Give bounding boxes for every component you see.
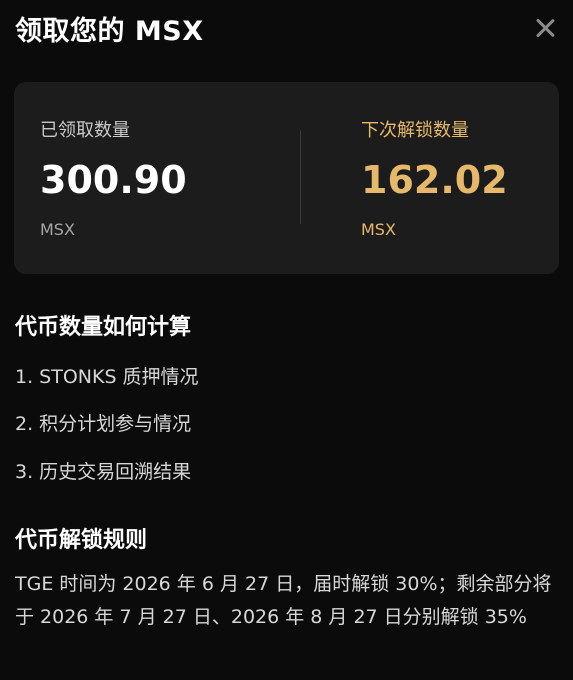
stats-card: 已领取数量 300.90 MSX 下次解锁数量 162.02 MSX — [14, 82, 559, 274]
dialog-title: 领取您的 MSX — [15, 15, 204, 47]
close-icon[interactable] — [532, 15, 558, 41]
claimed-amount-label: 已领取数量 — [40, 120, 130, 141]
next-unlock-stat: 下次解锁数量 162.02 MSX — [361, 82, 573, 274]
dialog-header: 领取您的 MSX — [15, 10, 558, 47]
calculation-item-1: 1. STONKS 质押情况 — [15, 366, 199, 388]
claim-msx-dialog: 领取您的 MSX 已领取数量 300.90 MSX 下次解锁数量 162.02 … — [0, 0, 573, 680]
claimed-amount-stat: 已领取数量 300.90 MSX — [40, 82, 300, 274]
unlock-rules-section-title: 代币解锁规则 — [15, 528, 148, 553]
calculation-item-3: 3. 历史交易回溯结果 — [15, 461, 192, 483]
unlock-rules-text: TGE 时间为 2026 年 6 月 27 日，届时解锁 30%；剩余部分将于 … — [15, 573, 552, 628]
stats-divider — [300, 130, 301, 224]
claimed-amount-value: 300.90 — [40, 158, 187, 202]
next-unlock-value: 162.02 — [361, 158, 508, 202]
calculation-item-2: 2. 积分计划参与情况 — [15, 413, 192, 435]
next-unlock-unit: MSX — [361, 220, 396, 239]
next-unlock-label: 下次解锁数量 — [361, 120, 469, 141]
claimed-amount-unit: MSX — [40, 220, 75, 239]
calculation-section-title: 代币数量如何计算 — [15, 315, 192, 340]
